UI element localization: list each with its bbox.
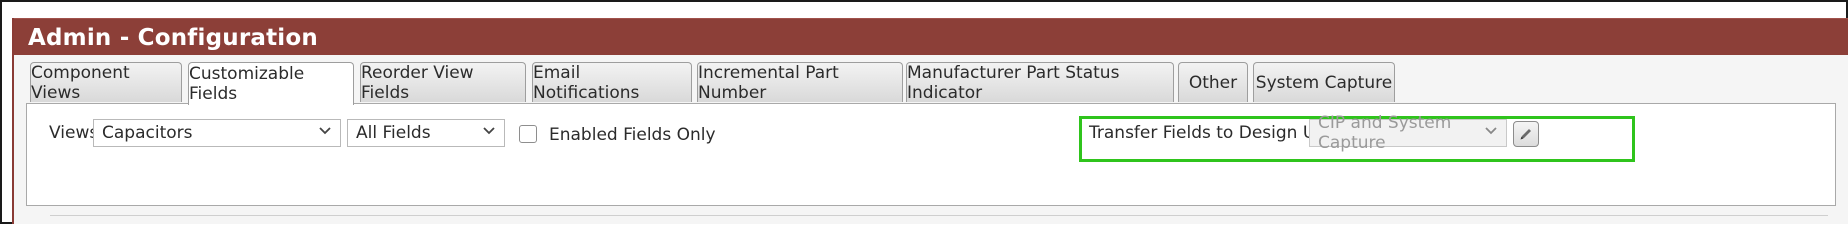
chevron-down-icon xyxy=(1485,127,1497,135)
enabled-fields-only-label: Enabled Fields Only xyxy=(549,125,716,145)
fields-select-value: All Fields xyxy=(356,123,431,143)
tab-content: Views Capacitors All Fields Enabled Fiel… xyxy=(26,103,1836,206)
tab-component-views[interactable]: Component Views xyxy=(30,62,182,103)
tab-reorder-view-fields[interactable]: Reorder View Fields xyxy=(360,62,526,103)
tab-other[interactable]: Other xyxy=(1178,62,1248,102)
pencil-icon xyxy=(1520,129,1531,140)
fields-select[interactable]: All Fields xyxy=(347,119,505,147)
tab-incremental-part-number[interactable]: Incremental Part Number xyxy=(697,62,903,103)
chevron-down-icon xyxy=(483,127,495,135)
tab-label: Incremental Part Number xyxy=(698,62,839,103)
tab-system-capture[interactable]: System Capture xyxy=(1253,62,1395,102)
tab-label: Reorder View Fields xyxy=(361,62,474,103)
tab-manufacturer-part-status-indicator[interactable]: Manufacturer Part Status Indicator xyxy=(906,62,1174,103)
tab-label: Component Views xyxy=(31,62,130,103)
edit-transfer-button[interactable] xyxy=(1513,121,1539,147)
tab-label: Other xyxy=(1188,72,1238,93)
page-title: Admin - Configuration xyxy=(28,25,318,51)
transfer-method-value: CIP and System Capture xyxy=(1318,113,1452,153)
tab-email-notifications[interactable]: Email Notifications xyxy=(532,62,692,103)
tab-label: Email Notifications xyxy=(533,62,640,103)
chevron-down-icon xyxy=(319,127,331,135)
tab-customizable-fields[interactable]: Customizable Fields xyxy=(188,62,354,105)
views-select[interactable]: Capacitors xyxy=(93,119,341,147)
transfer-method-select[interactable]: CIP and System Capture xyxy=(1309,113,1507,153)
views-select-value: Capacitors xyxy=(102,123,193,143)
panel-header: Admin - Configuration xyxy=(14,18,1848,55)
tab-label: Manufacturer Part Status Indicator xyxy=(907,62,1120,103)
table-header-line xyxy=(50,215,1828,216)
enabled-fields-only-checkbox[interactable] xyxy=(519,125,537,143)
tab-label: System Capture xyxy=(1255,72,1393,93)
views-label: Views xyxy=(49,123,99,143)
tab-label: Customizable Fields xyxy=(189,64,305,104)
